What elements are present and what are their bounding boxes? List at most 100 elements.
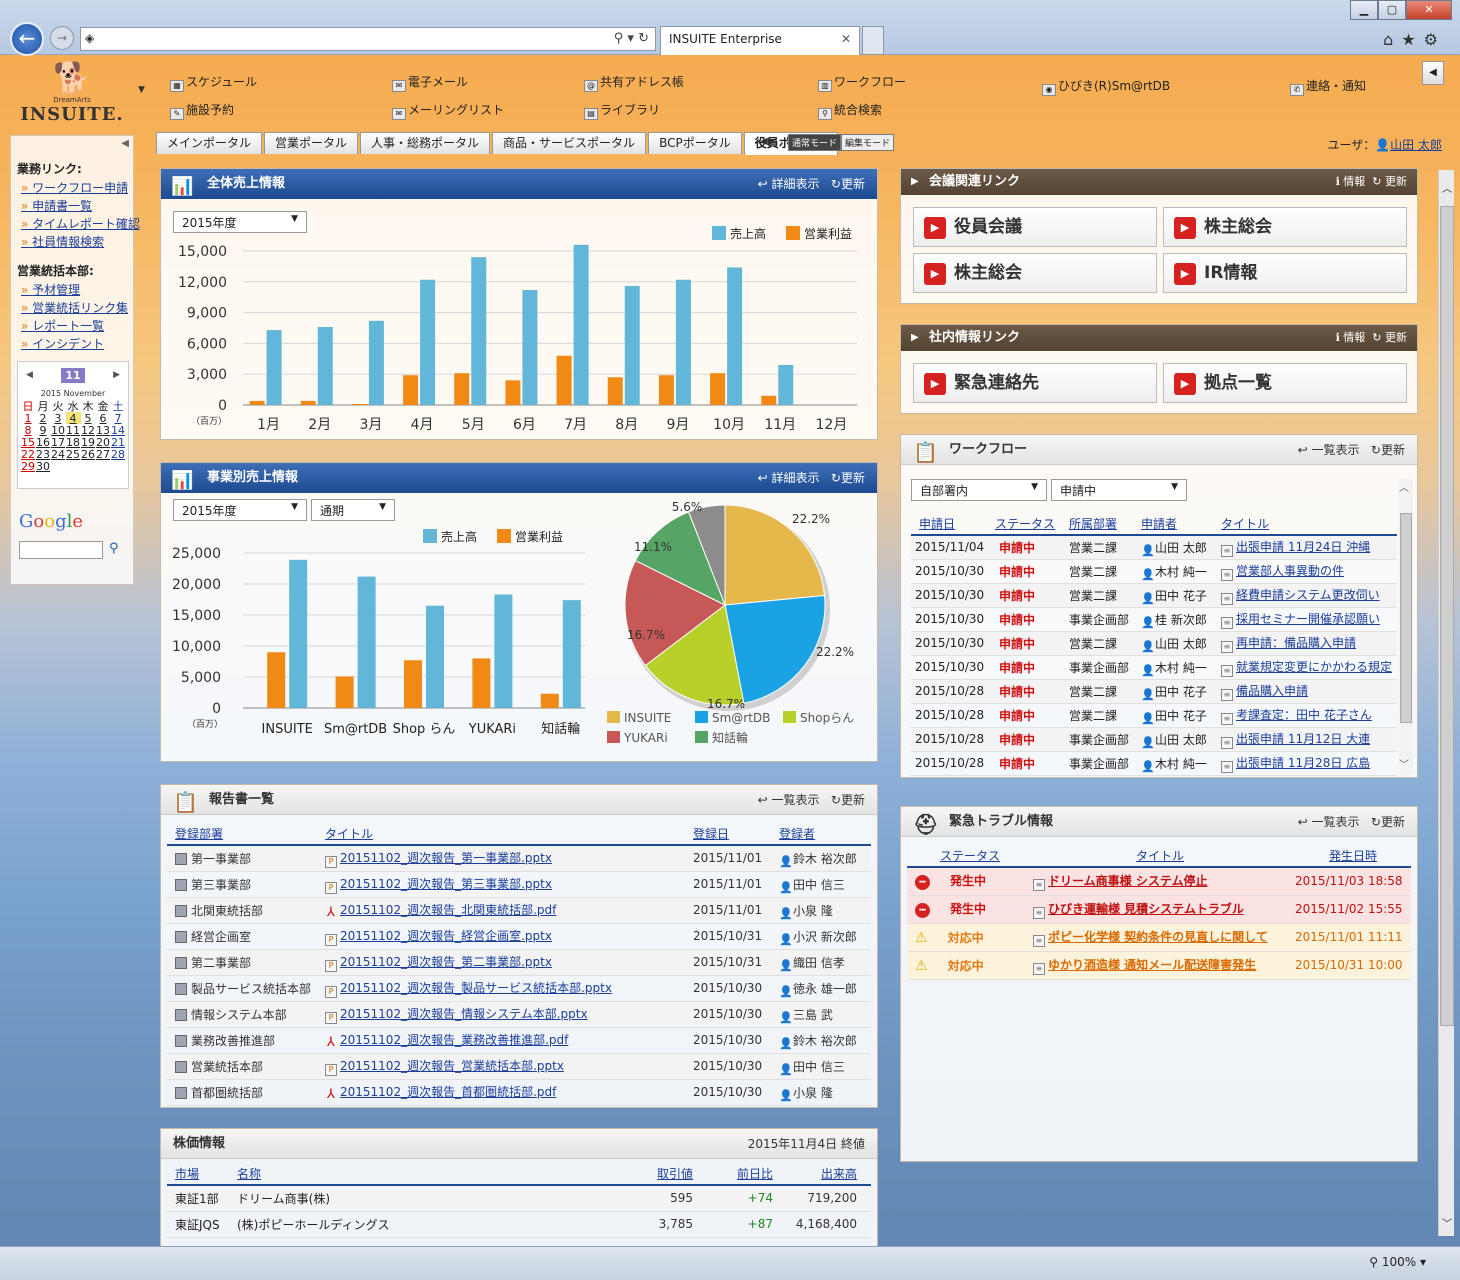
column-header[interactable]: 登録部署 xyxy=(167,823,317,846)
calendar-day[interactable]: 25 xyxy=(66,448,81,460)
title-cell[interactable]: P 20151102_週次報告_第三事業部.pptx xyxy=(317,871,685,898)
calendar-day[interactable]: 1 xyxy=(21,412,36,424)
calendar-day[interactable]: 17 xyxy=(51,436,66,448)
workflow-title-link[interactable]: 備品購入申請 xyxy=(1236,684,1308,698)
refresh-link[interactable]: ↻更新 xyxy=(831,471,865,485)
sidebar-link-sales-links[interactable]: 営業統括リンク集 xyxy=(21,299,133,316)
tab-main-portal[interactable]: メインポータル xyxy=(156,132,263,154)
table-row[interactable]: 2015/10/30 申請中 営業二課 👤木村 純一 ≡ 営業部人事異動の件 xyxy=(911,559,1397,584)
table-row[interactable]: ━ 発生中 ≡ ドリーム商事様 システム停止 2015/11/03 18:58 xyxy=(907,867,1411,896)
title-cell[interactable]: ≡ ひびき運輸様 見積システムトラブル xyxy=(1025,895,1287,924)
table-row[interactable]: 第一事業部 P 20151102_週次報告_第一事業部.pptx 2015/11/01… xyxy=(167,845,871,872)
workflow-title-link[interactable]: 経費申請システム更改伺い xyxy=(1236,588,1380,602)
search-icon[interactable]: ⚲ xyxy=(109,541,119,556)
calendar-day[interactable]: 15 xyxy=(21,436,36,448)
address-bar[interactable]: ◈ ⚲ ▾ ↻ xyxy=(80,27,656,51)
report-title-link[interactable]: 20151102_週次報告_第二事業部.pptx xyxy=(340,955,552,969)
refresh-link[interactable]: ↻更新 xyxy=(1371,443,1405,457)
table-row[interactable]: ⚠ 対応中 ≡ ポピー化学様 契約条件の見直しに関して 2015/11/01 11:11 xyxy=(907,923,1411,952)
calendar-day[interactable]: 29 xyxy=(21,460,36,472)
report-title-link[interactable]: 20151102_週次報告_首都圏統括部.pdf xyxy=(340,1085,556,1099)
refresh-link[interactable]: ↻更新 xyxy=(831,793,865,807)
workflow-title-link[interactable]: 就業規定変更にかかわる規定 xyxy=(1236,660,1392,674)
close-window-button[interactable]: ✕ xyxy=(1406,0,1452,20)
column-header[interactable]: タイトル xyxy=(1025,845,1287,868)
column-header[interactable]: 登録日 xyxy=(685,823,771,846)
list-view-link[interactable]: ↩ 一覧表示 xyxy=(1298,815,1360,829)
workflow-title-link[interactable]: 営業部人事異動の件 xyxy=(1236,564,1344,578)
column-header[interactable]: 取引値 xyxy=(621,1163,701,1186)
calendar-day[interactable]: 11 xyxy=(66,424,81,436)
scroll-down-icon[interactable]: ﹀ xyxy=(1442,1215,1452,1230)
title-cell[interactable]: ≡ 出張申請 11月28日 広島 xyxy=(1213,751,1397,776)
info-link[interactable]: ℹ 情報 xyxy=(1336,175,1366,188)
title-cell[interactable]: P 20151102_週次報告_営業統括本部.pptx xyxy=(317,1053,685,1080)
menu-address-book[interactable]: @ 共有アドレス帳 xyxy=(584,73,684,92)
calendar-day[interactable]: 23 xyxy=(36,448,51,460)
table-row[interactable]: 2015/10/28 申請中 事業企画部 👤木村 純一 ≡ 出張申請 11月28日 広島 xyxy=(911,751,1397,776)
toolbar-icons[interactable]: ⌂★⚙ xyxy=(1383,30,1446,49)
table-row[interactable]: 情報システム本部 P 20151102_週次報告_情報システム本部.pptx 2015… xyxy=(167,1001,871,1028)
normal-mode-button[interactable]: 通常モード xyxy=(788,134,842,151)
table-row[interactable]: 北関東統括部 ⅄ 20151102_週次報告_北関東統括部.pdf 2015/11/0… xyxy=(167,897,871,924)
sidebar-link-employee-search[interactable]: 社員情報検索 xyxy=(21,233,133,250)
calendar-day[interactable]: 30 xyxy=(36,460,51,472)
table-row[interactable]: 製品サービス統括本部 P 20151102_週次報告_製品サービス統括本部.pptx… xyxy=(167,975,871,1002)
table-row[interactable]: 2015/10/30 申請中 営業二課 👤田中 花子 ≡ 経費申請システム更改伺い xyxy=(911,583,1397,608)
calendar-day[interactable]: 27 xyxy=(96,448,111,460)
table-row[interactable]: 2015/11/04 申請中 営業二課 👤山田 太郎 ≡ 出張申請 11月24日 沖縄 xyxy=(911,535,1397,560)
report-title-link[interactable]: 20151102_週次報告_製品サービス統括本部.pptx xyxy=(340,981,612,995)
menu-facility[interactable]: ✎ 施設予約 xyxy=(170,101,234,120)
menu-search[interactable]: ⚲ 統合検索 xyxy=(818,101,882,120)
column-header[interactable]: 市場 xyxy=(167,1163,229,1186)
browser-tab[interactable]: INSUITE Enterprise ✕ xyxy=(660,26,860,55)
column-header[interactable]: ステータス xyxy=(987,513,1061,536)
column-header[interactable]: 出来高 xyxy=(781,1163,871,1186)
sidebar-link-reports[interactable]: レポート一覧 xyxy=(21,317,133,334)
calendar-day[interactable]: 16 xyxy=(36,436,51,448)
sidebar-link-timereport[interactable]: タイムレポート確認 xyxy=(21,215,140,232)
sidebar-link-forms[interactable]: 申請書一覧 xyxy=(21,197,133,214)
maximize-button[interactable]: ▢ xyxy=(1378,0,1406,20)
title-cell[interactable]: ≡ 営業部人事異動の件 xyxy=(1213,559,1397,584)
column-header[interactable]: 発生日時 xyxy=(1287,845,1411,868)
refresh-link[interactable]: ↻ 更新 xyxy=(1372,331,1407,344)
column-header[interactable]: 所属部署 xyxy=(1061,513,1133,536)
title-cell[interactable]: ⅄ 20151102_週次報告_業務改善推進部.pdf xyxy=(317,1027,685,1054)
calendar-day[interactable]: 4 xyxy=(65,412,81,424)
workflow-title-link[interactable]: 採用セミナー開催承認願い xyxy=(1236,612,1380,626)
table-row[interactable]: 2015/10/30 申請中 事業企画部 👤木村 純一 ≡ 就業規定変更にかかわる規定 xyxy=(911,655,1397,680)
back-button[interactable]: ← xyxy=(10,22,44,56)
column-header[interactable]: 申請者 xyxy=(1133,513,1213,536)
link-board-meeting[interactable]: ▶ 役員会議 xyxy=(913,207,1157,247)
title-cell[interactable]: ≡ 備品購入申請 xyxy=(1213,679,1397,704)
trouble-title-link[interactable]: ポピー化学様 契約条件の見直しに関して xyxy=(1048,930,1268,944)
calendar-day[interactable]: 13 xyxy=(96,424,111,436)
insuite-logo[interactable]: 🐕 DreamArts INSUITE. xyxy=(20,61,124,131)
column-header[interactable]: ステータス xyxy=(907,845,1025,868)
report-title-link[interactable]: 20151102_週次報告_情報システム本部.pptx xyxy=(340,1007,588,1021)
calendar-prev-icon[interactable]: ◀ xyxy=(26,370,33,380)
logo-dropdown-icon[interactable]: ▼ xyxy=(138,85,145,95)
title-cell[interactable]: P 20151102_週次報告_製品サービス統括本部.pptx xyxy=(317,975,685,1002)
column-header[interactable]: タイトル xyxy=(317,823,685,846)
title-cell[interactable]: P 20151102_週次報告_第二事業部.pptx xyxy=(317,949,685,976)
calendar-day[interactable]: 22 xyxy=(21,448,36,460)
report-title-link[interactable]: 20151102_週次報告_第三事業部.pptx xyxy=(340,877,552,891)
calendar-day[interactable]: 8 xyxy=(21,424,36,436)
calendar-day[interactable]: 5 xyxy=(81,412,96,424)
calendar-day[interactable]: 12 xyxy=(81,424,96,436)
column-header[interactable]: 名称 xyxy=(229,1163,621,1186)
workflow-title-link[interactable]: 出張申請 11月28日 広島 xyxy=(1236,756,1370,770)
page-scrollbar[interactable]: ︿ ﹀ xyxy=(1438,170,1454,1236)
report-title-link[interactable]: 20151102_週次報告_北関東統括部.pdf xyxy=(340,903,556,917)
menu-mailing-list[interactable]: ✉ メーリングリスト xyxy=(392,101,504,120)
table-row[interactable]: 第二事業部 P 20151102_週次報告_第二事業部.pptx 2015/10/31… xyxy=(167,949,871,976)
search-refresh-icon[interactable]: ⚲ ▾ ↻ xyxy=(614,31,649,46)
calendar-day[interactable]: 10 xyxy=(51,424,66,436)
tab-bcp-portal[interactable]: BCPポータル xyxy=(648,132,742,154)
detail-view-link[interactable]: ↩ 詳細表示 xyxy=(758,177,820,191)
link-shareholders-meeting[interactable]: ▶ 株主総会 xyxy=(1163,207,1407,247)
title-cell[interactable]: ≡ 考課査定：田中 花子さん xyxy=(1213,703,1397,728)
link-ir-info[interactable]: ▶ IR情報 xyxy=(1163,253,1407,293)
